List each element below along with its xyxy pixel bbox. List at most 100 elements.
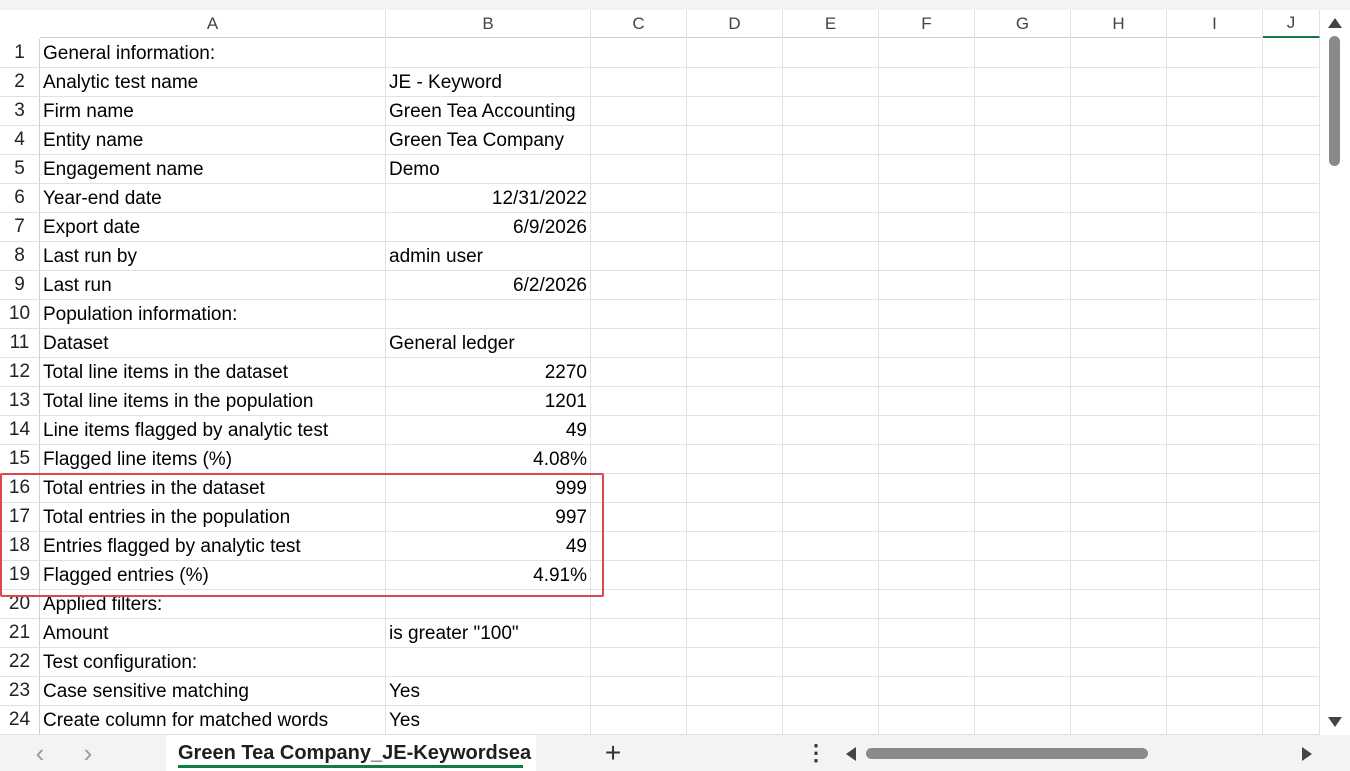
cell-empty[interactable] <box>1071 242 1167 271</box>
cell-empty[interactable] <box>975 648 1071 677</box>
cell-empty[interactable] <box>783 677 879 706</box>
more-options-icon[interactable]: ⋮ <box>805 735 827 771</box>
row-header[interactable]: 2 <box>0 68 40 97</box>
cell-label[interactable]: Engagement name <box>40 155 386 184</box>
cell-empty[interactable] <box>591 503 687 532</box>
cell-empty[interactable] <box>783 416 879 445</box>
cell-label[interactable]: Analytic test name <box>40 68 386 97</box>
cell-empty[interactable] <box>1263 387 1320 416</box>
column-header-f[interactable]: F <box>879 10 975 38</box>
cell-empty[interactable] <box>783 329 879 358</box>
cell-empty[interactable] <box>1167 416 1263 445</box>
cell-label[interactable]: Population information: <box>40 300 386 329</box>
cell-empty[interactable] <box>1167 358 1263 387</box>
scroll-up-icon[interactable] <box>1328 18 1342 28</box>
cell-value[interactable]: 4.08% <box>386 445 591 474</box>
cell-empty[interactable] <box>1167 68 1263 97</box>
cell-empty[interactable] <box>687 155 783 184</box>
cell-empty[interactable] <box>975 677 1071 706</box>
cell-empty[interactable] <box>591 300 687 329</box>
cell-empty[interactable] <box>1167 503 1263 532</box>
column-header-d[interactable]: D <box>687 10 783 38</box>
cell-empty[interactable] <box>1263 97 1320 126</box>
row-header[interactable]: 15 <box>0 445 40 474</box>
cell-value[interactable]: Yes <box>386 706 591 735</box>
cell-empty[interactable] <box>1263 445 1320 474</box>
cell-empty[interactable] <box>879 474 975 503</box>
cell-empty[interactable] <box>783 561 879 590</box>
row-header[interactable]: 19 <box>0 561 40 590</box>
cell-value[interactable]: 49 <box>386 416 591 445</box>
cell-empty[interactable] <box>783 503 879 532</box>
cell-empty[interactable] <box>1263 706 1320 735</box>
cell-empty[interactable] <box>687 416 783 445</box>
cell-value[interactable] <box>386 590 591 619</box>
cell-empty[interactable] <box>879 39 975 68</box>
vertical-scrollbar[interactable] <box>1320 10 1350 735</box>
cell-empty[interactable] <box>1263 619 1320 648</box>
cell-value[interactable]: 6/2/2026 <box>386 271 591 300</box>
cell-empty[interactable] <box>1263 358 1320 387</box>
row-header[interactable]: 10 <box>0 300 40 329</box>
cell-empty[interactable] <box>1263 126 1320 155</box>
cell-empty[interactable] <box>1167 677 1263 706</box>
cell-empty[interactable] <box>1071 648 1167 677</box>
cell-empty[interactable] <box>975 416 1071 445</box>
cell-empty[interactable] <box>1263 300 1320 329</box>
column-header-i[interactable]: I <box>1167 10 1263 38</box>
cell-value[interactable] <box>386 648 591 677</box>
cell-empty[interactable] <box>687 532 783 561</box>
cell-empty[interactable] <box>1167 329 1263 358</box>
cell-empty[interactable] <box>1263 39 1320 68</box>
cell-empty[interactable] <box>879 213 975 242</box>
cell-empty[interactable] <box>975 242 1071 271</box>
cell-empty[interactable] <box>1071 68 1167 97</box>
cell-empty[interactable] <box>591 416 687 445</box>
cell-empty[interactable] <box>1167 155 1263 184</box>
cell-empty[interactable] <box>1263 155 1320 184</box>
cell-empty[interactable] <box>879 184 975 213</box>
scroll-down-icon[interactable] <box>1328 717 1342 727</box>
cell-label[interactable]: Firm name <box>40 97 386 126</box>
cell-empty[interactable] <box>687 184 783 213</box>
cell-label[interactable]: Amount <box>40 619 386 648</box>
cell-empty[interactable] <box>591 387 687 416</box>
cell-empty[interactable] <box>975 213 1071 242</box>
cell-empty[interactable] <box>1167 561 1263 590</box>
cell-label[interactable]: Flagged entries (%) <box>40 561 386 590</box>
cell-label[interactable]: Total line items in the dataset <box>40 358 386 387</box>
cell-label[interactable]: Flagged line items (%) <box>40 445 386 474</box>
cell-empty[interactable] <box>783 387 879 416</box>
cell-label[interactable]: Create column for matched words <box>40 706 386 735</box>
cell-empty[interactable] <box>1071 329 1167 358</box>
cell-empty[interactable] <box>975 97 1071 126</box>
cell-empty[interactable] <box>591 445 687 474</box>
cell-empty[interactable] <box>783 706 879 735</box>
cell-empty[interactable] <box>783 184 879 213</box>
cell-empty[interactable] <box>975 445 1071 474</box>
cell-empty[interactable] <box>591 648 687 677</box>
column-header-c[interactable]: C <box>591 10 687 38</box>
cell-empty[interactable] <box>591 590 687 619</box>
cell-label[interactable]: Year-end date <box>40 184 386 213</box>
cell-value[interactable]: 2270 <box>386 358 591 387</box>
row-header[interactable]: 16 <box>0 474 40 503</box>
cell-empty[interactable] <box>1071 387 1167 416</box>
cell-empty[interactable] <box>879 445 975 474</box>
column-header-h[interactable]: H <box>1071 10 1167 38</box>
cell-empty[interactable] <box>1263 590 1320 619</box>
cell-empty[interactable] <box>879 619 975 648</box>
row-header[interactable]: 12 <box>0 358 40 387</box>
cell-value[interactable]: JE - Keyword <box>386 68 591 97</box>
row-header[interactable]: 23 <box>0 677 40 706</box>
cell-empty[interactable] <box>591 619 687 648</box>
cell-empty[interactable] <box>687 677 783 706</box>
cell-empty[interactable] <box>1071 677 1167 706</box>
cell-empty[interactable] <box>1167 387 1263 416</box>
cell-empty[interactable] <box>783 474 879 503</box>
cell-empty[interactable] <box>879 300 975 329</box>
cell-empty[interactable] <box>1263 242 1320 271</box>
cell-empty[interactable] <box>1167 184 1263 213</box>
cell-empty[interactable] <box>591 358 687 387</box>
cell-empty[interactable] <box>687 242 783 271</box>
